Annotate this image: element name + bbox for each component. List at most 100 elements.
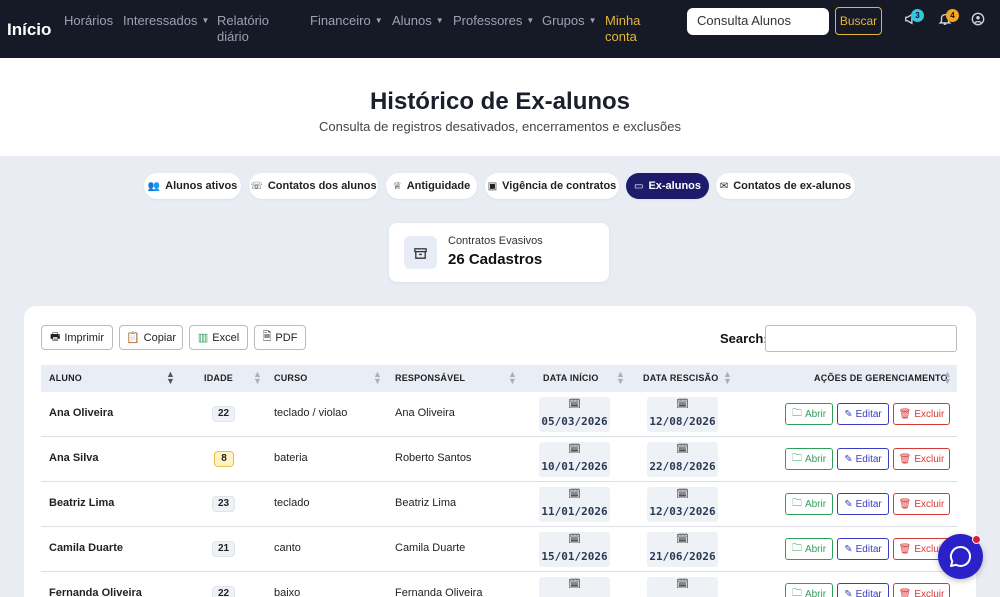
cell-curso: canto	[274, 542, 301, 554]
file-icon: 🗎	[262, 331, 272, 343]
sort-icon[interactable]: ▲ ▼	[723, 370, 732, 386]
cell-curso: baixo	[274, 587, 301, 597]
date-text: 21/06/2026	[649, 550, 716, 563]
print-button[interactable]: 🖶 Imprimir	[41, 325, 113, 350]
col-aluno[interactable]: ALUNO	[49, 373, 82, 383]
date-inicio: 🗓 05/03/2026	[539, 397, 610, 432]
col-data-rescisao[interactable]: DATA RESCISÃO	[643, 373, 718, 383]
edit-label: Editar	[855, 543, 882, 555]
nav-professores-label: Professores	[453, 13, 523, 28]
cell-responsavel: Roberto Santos	[395, 452, 472, 464]
sort-icon[interactable]: ▲ ▼	[253, 370, 262, 386]
user-icon[interactable]	[971, 12, 985, 30]
col-responsavel[interactable]: RESPONSÁVEL	[395, 373, 465, 383]
pdf-button[interactable]: 🗎 PDF	[254, 325, 306, 350]
pencil-icon: ✎	[844, 498, 853, 510]
nav-professores[interactable]: Professores ▼	[453, 13, 534, 29]
pencil-icon: ✎	[844, 453, 853, 465]
age-badge: 22	[212, 406, 235, 422]
nav-financeiro[interactable]: Financeiro ▼	[310, 13, 383, 29]
delete-button[interactable]: 🗑 Excluir	[893, 493, 950, 515]
open-button[interactable]: 🗀 Abrir	[785, 448, 833, 470]
sort-icon[interactable]: ▲ ▼	[373, 370, 382, 386]
sort-icon[interactable]: ▲ ▼	[166, 370, 175, 386]
edit-button[interactable]: ✎ Editar	[837, 583, 889, 597]
open-button[interactable]: 🗀 Abrir	[785, 403, 833, 425]
delete-button[interactable]: 🗑 Excluir	[893, 583, 950, 597]
trash-icon: 🗑	[898, 588, 912, 597]
delete-label: Excluir	[914, 588, 945, 597]
open-button[interactable]: 🗀 Abrir	[785, 493, 833, 515]
nav-interessados[interactable]: Interessados ▼	[123, 13, 209, 29]
edit-button[interactable]: ✎ Editar	[837, 538, 889, 560]
nav-minha-line1: Minha	[605, 13, 641, 28]
open-label: Abrir	[804, 543, 827, 555]
caret-down-icon: ▼	[374, 16, 383, 25]
tab-ex-alunos[interactable]: ▭ Ex-alunos	[626, 173, 709, 199]
tab-vigencia[interactable]: ▣ Vigência de contratos	[485, 173, 619, 199]
tab-contatos-alunos[interactable]: ☏ Contatos dos alunos	[249, 173, 378, 199]
nav-search-input[interactable]: Consulta Alunos	[687, 8, 829, 35]
copy-button[interactable]: 📋 Copiar	[119, 325, 183, 350]
cell-aluno: Beatriz Lima	[49, 497, 115, 509]
tab-label: Contatos de ex-alunos	[733, 180, 852, 192]
calendar-icon: 🗓	[568, 579, 581, 590]
calendar-icon: 🗓	[676, 579, 689, 590]
cell-aluno: Ana Oliveira	[49, 407, 114, 419]
date-text: 12/08/2026	[649, 415, 716, 428]
archive-icon	[404, 236, 437, 269]
excel-button[interactable]: ▥ Excel	[189, 325, 248, 350]
caret-down-icon: ▼	[201, 16, 210, 25]
edit-button[interactable]: ✎ Editar	[837, 448, 889, 470]
col-data-inicio[interactable]: DATA INÍCIO	[543, 373, 599, 383]
printer-icon: 🖶	[49, 331, 61, 343]
sort-icon[interactable]: ▲ ▼	[508, 370, 517, 386]
delete-button[interactable]: 🗑 Excluir	[893, 403, 950, 425]
delete-button[interactable]: 🗑 Excluir	[893, 448, 950, 470]
table-header: ALUNO ▲ ▼ IDADE ▲ ▼ CURSO ▲ ▼ RESPONSÁVEL ▲…	[41, 365, 957, 392]
tab-antiguidade[interactable]: ♕ Antiguidade	[386, 173, 477, 199]
open-button[interactable]: 🗀 Abrir	[785, 538, 833, 560]
col-curso[interactable]: CURSO	[274, 373, 308, 383]
calendar-icon: 🗓	[676, 534, 689, 545]
calendar-icon: 🗓	[568, 444, 581, 455]
caret-down-icon: ▼	[435, 16, 444, 25]
date-text: 11/01/2026	[541, 505, 608, 518]
sort-icon[interactable]: ▲ ▼	[616, 370, 625, 386]
tab-label: Contatos dos alunos	[267, 180, 377, 192]
col-idade[interactable]: IDADE	[204, 373, 233, 383]
nav-relatorio-line1: Relatório	[217, 13, 270, 28]
date-text: 12/03/2026	[649, 505, 716, 518]
cell-responsavel: Camila Duarte	[395, 542, 466, 554]
sort-icon[interactable]: ▲ ▼	[943, 370, 952, 386]
nav-alunos[interactable]: Alunos ▼	[392, 13, 444, 29]
edit-button[interactable]: ✎ Editar	[837, 403, 889, 425]
nav-horarios[interactable]: Horários	[64, 13, 113, 29]
brand-link[interactable]: Início	[7, 20, 51, 40]
open-button[interactable]: 🗀 Abrir	[785, 583, 833, 597]
table-row: Ana Silva 8 bateria Roberto Santos 🗓 10/0…	[41, 437, 957, 482]
trash-icon: 🗑	[898, 543, 912, 555]
megaphone-badge: 3	[911, 9, 924, 22]
date-inicio: 🗓 10/01/2026	[539, 442, 610, 477]
age-badge: 21	[212, 541, 235, 557]
archive-icon: ▭	[633, 180, 644, 192]
tab-alunos-ativos[interactable]: 👥 Alunos ativos	[144, 173, 241, 199]
nav-search-button[interactable]: Buscar	[835, 7, 882, 35]
phone-icon: ☏	[250, 180, 263, 192]
tab-contatos-ex-alunos[interactable]: ✉ Contatos de ex-alunos	[716, 173, 855, 199]
folder-icon: 🗀	[791, 542, 802, 554]
table-card: 🖶 Imprimir 📋 Copiar ▥ Excel 🗎 PDF Search: AL…	[24, 306, 976, 597]
nav-minha-conta[interactable]: Minha conta	[605, 13, 640, 45]
pencil-icon: ✎	[844, 408, 853, 420]
table-row: Beatriz Lima 23 teclado Beatriz Lima 🗓 11…	[41, 482, 957, 527]
nav-grupos[interactable]: Grupos ▼	[542, 13, 597, 29]
edit-button[interactable]: ✎ Editar	[837, 493, 889, 515]
age-badge: 8	[214, 451, 234, 467]
nav-relatorio[interactable]: Relatório diário	[217, 13, 269, 45]
chart-icon: ▥	[197, 332, 209, 344]
table-row: Camila Duarte 21 canto Camila Duarte 🗓 15…	[41, 527, 957, 572]
age-badge: 22	[212, 586, 235, 597]
nav-alunos-label: Alunos	[392, 13, 432, 28]
table-search-input[interactable]	[765, 325, 957, 352]
